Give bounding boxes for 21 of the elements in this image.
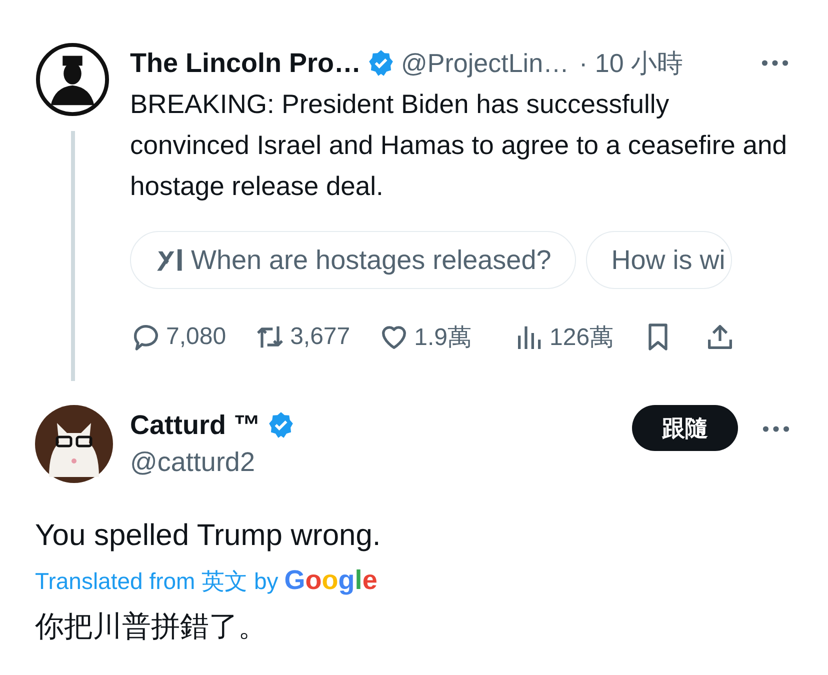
reply-text: You spelled Trump wrong. [35,519,382,553]
suggestion-chip[interactable]: How is wi [586,231,732,289]
follow-button[interactable]: 跟隨 [632,405,738,451]
slash-logo-icon [155,247,185,273]
action-count: 7,080 [166,323,226,351]
timestamp[interactable]: · 10 小時 [579,46,684,80]
more-icon[interactable] [761,59,789,67]
more-icon[interactable] [762,425,790,433]
google-logo: Google [284,565,378,596]
author-handle[interactable]: @ProjectLin… [401,48,570,78]
author-name[interactable]: Catturd ™ [130,410,260,440]
author-name[interactable]: The Lincoln Pro… [130,48,362,78]
author-handle[interactable]: @catturd2 [130,447,300,478]
action-count: 126萬 [550,323,614,353]
action-count: 3,677 [290,323,350,351]
avatar-silhouette-icon[interactable] [35,42,110,117]
tweet-text: BREAKING: President Biden has successfully convinced Israel and Hamas to agree to a ceasefire and hostage release deal. [130,88,788,203]
translated-text: 你把川普拼錯了。 [35,610,268,645]
avatar-cat-icon[interactable] [35,405,113,483]
suggestion-chip[interactable]: When are hostages released? [130,231,576,289]
action-count: 1.9萬 [414,323,472,353]
